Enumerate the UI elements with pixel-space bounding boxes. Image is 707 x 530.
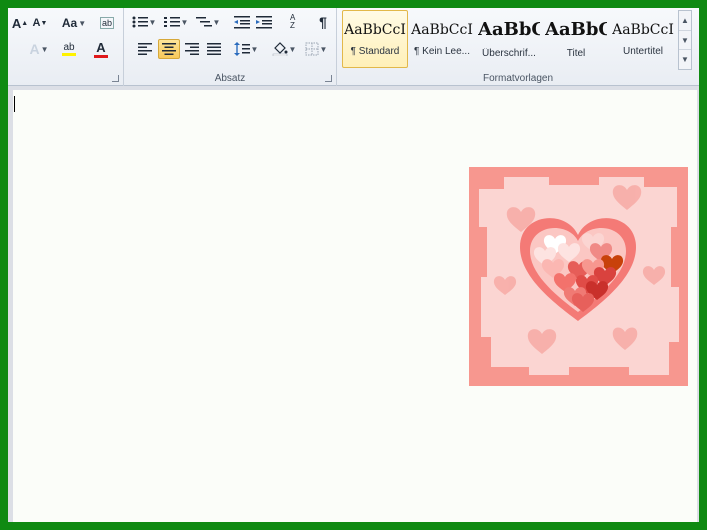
style-subtitle[interactable]: AaBbCcI Untertitel	[610, 10, 676, 68]
style-name: Titel	[566, 48, 586, 59]
style-name: Untertitel	[622, 45, 663, 57]
bullets-icon	[132, 16, 148, 28]
shading-button[interactable]: ▼	[270, 39, 298, 59]
show-formatting-marks-button[interactable]: ¶	[314, 12, 332, 32]
document-page[interactable]	[13, 90, 697, 522]
paint-bucket-icon	[272, 42, 288, 56]
style-name: Überschrif...	[482, 48, 536, 59]
align-center-button[interactable]	[158, 39, 180, 59]
multilevel-list-button[interactable]: ▼	[194, 12, 222, 32]
justify-icon	[207, 43, 221, 55]
styles-group-label: Formatvorlagen	[482, 73, 554, 84]
styles-gallery-scroller: ▲ ▼ ▼	[678, 10, 692, 70]
gallery-scroll-up-icon[interactable]: ▲	[679, 11, 691, 31]
numbering-icon	[163, 17, 180, 27]
align-center-icon	[162, 43, 176, 55]
shrink-font-button[interactable]: A ▼	[31, 13, 49, 33]
sort-button[interactable]: A Z	[284, 12, 304, 32]
line-spacing-button[interactable]: ▼	[232, 39, 260, 59]
paragraph-group-label: Absatz	[214, 73, 246, 84]
font-color-bar	[94, 55, 108, 58]
style-heading[interactable]: AaBbC Überschrif...	[476, 10, 542, 68]
word-window: A ▲ A ▼ Aa ▼ ab A ▼ ab A ▼ ▼ ▼ A Z ¶ ▼ ▼…	[8, 8, 699, 522]
clear-format-button[interactable]: ab	[96, 13, 118, 33]
ribbon: A ▲ A ▼ Aa ▼ ab A ▼ ab A ▼ ▼ ▼ A Z ¶ ▼ ▼…	[8, 8, 699, 86]
style-no-spacing[interactable]: AaBbCcI ¶ Kein Lee...	[409, 10, 475, 68]
gallery-more-icon[interactable]: ▼	[679, 50, 691, 69]
style-name: ¶ Kein Lee...	[414, 45, 470, 57]
font-color-button[interactable]: A	[87, 39, 115, 59]
line-spacing-icon	[233, 42, 250, 56]
style-title[interactable]: AaBbC Titel	[543, 10, 609, 68]
borders-icon	[305, 42, 319, 56]
style-sample: AaBbC	[478, 19, 540, 40]
increase-indent-icon	[256, 16, 272, 29]
align-right-icon	[185, 43, 199, 55]
style-sample: AaBbCcI	[612, 21, 674, 38]
multilevel-list-icon	[195, 17, 212, 27]
styles-gallery: AaBbCcI ¶ Standard AaBbCcI ¶ Kein Lee...…	[342, 10, 674, 70]
font-group: A ▲ A ▼ Aa ▼ ab A ▼ ab A	[8, 8, 124, 86]
align-left-icon	[138, 43, 152, 55]
change-case-button[interactable]: Aa ▼	[60, 13, 88, 33]
highlight-button[interactable]: ab	[54, 39, 84, 59]
grow-font-button[interactable]: A ▲	[11, 13, 29, 33]
heart-picture[interactable]	[469, 167, 688, 386]
text-cursor	[14, 96, 15, 112]
increase-indent-button[interactable]	[254, 12, 274, 32]
paragraph-group: ▼ ▼ ▼ A Z ¶ ▼ ▼ ▼ Absatz	[124, 8, 337, 86]
text-effects-button[interactable]: A ▼	[26, 39, 52, 59]
style-name: ¶ Standard	[350, 45, 400, 57]
paragraph-dialog-launcher-icon[interactable]	[325, 75, 332, 82]
decrease-indent-button[interactable]	[232, 12, 252, 32]
numbering-button[interactable]: ▼	[162, 12, 190, 32]
highlight-color-bar	[62, 53, 76, 56]
align-left-button[interactable]	[134, 39, 156, 59]
align-right-button[interactable]	[181, 39, 203, 59]
gallery-scroll-down-icon[interactable]: ▼	[679, 31, 691, 51]
style-sample: AaBbCcI	[411, 21, 473, 38]
style-standard[interactable]: AaBbCcI ¶ Standard	[342, 10, 408, 68]
style-sample: AaBbC	[545, 19, 607, 40]
borders-button[interactable]: ▼	[302, 39, 330, 59]
font-dialog-launcher-icon[interactable]	[112, 75, 119, 82]
justify-button[interactable]	[203, 39, 225, 59]
bullets-button[interactable]: ▼	[130, 12, 158, 32]
decrease-indent-icon	[234, 16, 250, 29]
style-sample: AaBbCcI	[344, 21, 406, 38]
